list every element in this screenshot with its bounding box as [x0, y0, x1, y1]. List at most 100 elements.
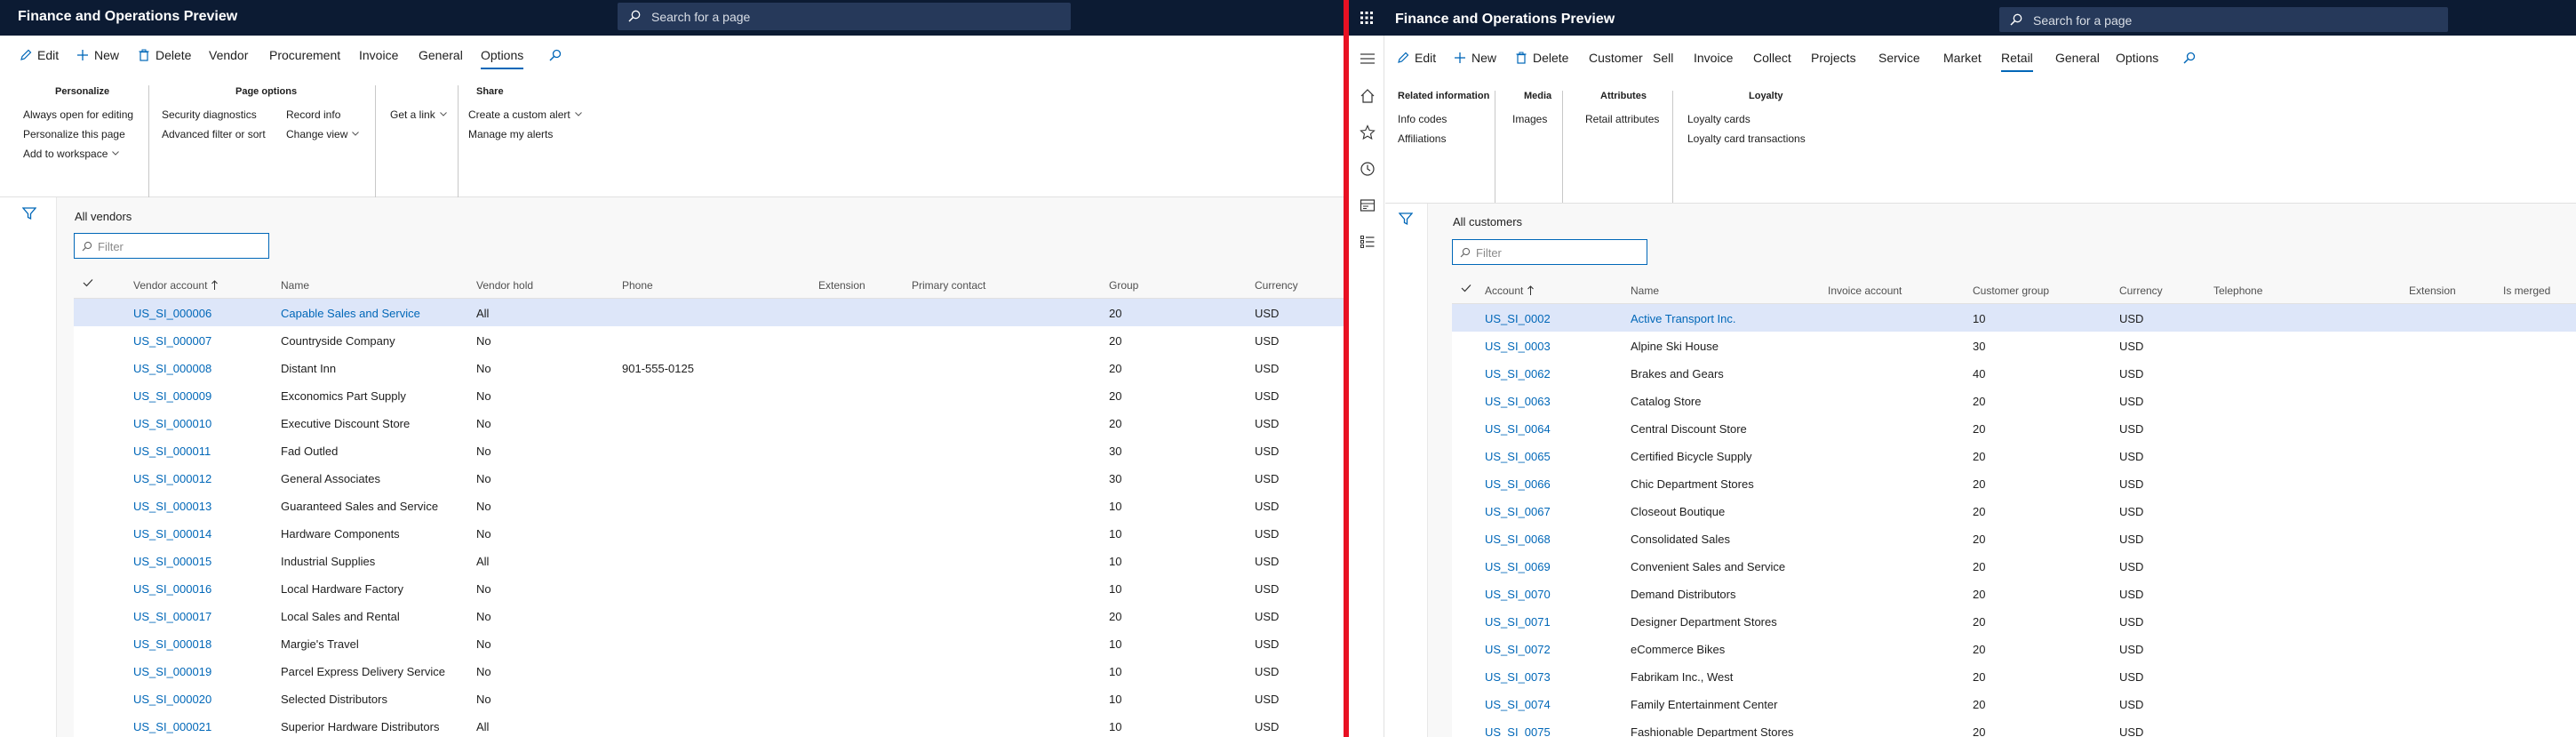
add-to-workspace[interactable]: Add to workspace — [23, 148, 120, 160]
vendor-account-link[interactable]: US_SI_000006 — [133, 307, 211, 320]
table-row[interactable]: US_SI_0073 Fabrikam Inc., West 20 USD — [1452, 662, 2576, 690]
always-open-for-editing[interactable]: Always open for editing — [23, 108, 133, 121]
vendor-account-link[interactable]: US_SI_000011 — [133, 445, 211, 458]
vendor-account-link[interactable]: US_SI_000017 — [133, 610, 211, 623]
customer-account-link[interactable]: US_SI_0002 — [1485, 312, 1551, 325]
vendor-account-link[interactable]: US_SI_000020 — [133, 693, 211, 706]
table-row[interactable]: US_SI_0070 Demand Distributors 20 USD — [1452, 580, 2576, 607]
customer-account-link[interactable]: US_SI_0062 — [1485, 367, 1551, 381]
tab-collect[interactable]: Collect — [1753, 51, 1791, 72]
favorites-star-icon[interactable] — [1360, 124, 1376, 140]
tab-projects[interactable]: Projects — [1811, 51, 1856, 72]
customer-account-link[interactable]: US_SI_0074 — [1485, 698, 1551, 711]
edit-button[interactable]: Edit — [1397, 51, 1436, 72]
create-a-custom-alert[interactable]: Create a custom alert — [468, 108, 582, 121]
table-row[interactable]: US_SI_0066 Chic Department Stores 20 USD — [1452, 469, 2576, 497]
table-row[interactable]: US_SI_0003 Alpine Ski House 30 USD — [1452, 332, 2576, 359]
column-header-name[interactable]: Name — [1631, 284, 1659, 297]
column-header-extension[interactable]: Extension — [818, 279, 865, 292]
vendor-account-link[interactable]: US_SI_000012 — [133, 472, 211, 485]
table-row[interactable]: US_SI_000008 Distant Inn No 901-555-0125 20 U… — [74, 354, 1344, 381]
filter-icon[interactable] — [22, 206, 36, 220]
page-search-box[interactable]: Search for a page — [618, 3, 1071, 30]
table-row[interactable]: US_SI_000016 Local Hardware Factory No 10 US… — [74, 574, 1344, 602]
loyalty-cards[interactable]: Loyalty cards — [1687, 113, 1751, 125]
customer-account-link[interactable]: US_SI_0071 — [1485, 615, 1551, 629]
home-icon[interactable] — [1360, 88, 1376, 104]
customer-account-link[interactable]: US_SI_0064 — [1485, 422, 1551, 436]
app-launcher[interactable] — [1349, 0, 1384, 36]
affiliations[interactable]: Affiliations — [1398, 132, 1446, 145]
table-row[interactable]: US_SI_000011 Fad Outled No 30 USD — [74, 437, 1344, 464]
table-row[interactable]: US_SI_0063 Catalog Store 20 USD — [1452, 387, 2576, 414]
tab-procurement[interactable]: Procurement — [269, 48, 340, 69]
new-button[interactable]: New — [1454, 51, 1496, 72]
manage-my-alerts[interactable]: Manage my alerts — [468, 128, 553, 140]
change-view[interactable]: Change view — [286, 128, 360, 140]
customer-account-link[interactable]: US_SI_0069 — [1485, 560, 1551, 573]
column-header-telephone[interactable]: Telephone — [2213, 284, 2262, 297]
tab-invoice[interactable]: Invoice — [1694, 51, 1733, 72]
customer-account-link[interactable]: US_SI_0063 — [1485, 395, 1551, 408]
vendor-account-link[interactable]: US_SI_000021 — [133, 720, 211, 733]
loyalty-card-transactions[interactable]: Loyalty card transactions — [1687, 132, 1806, 145]
tab-market[interactable]: Market — [1943, 51, 1982, 72]
table-row[interactable]: US_SI_000021 Superior Hardware Distributo… — [74, 712, 1344, 737]
customer-account-link[interactable]: US_SI_0003 — [1485, 340, 1551, 353]
column-header-extension[interactable]: Extension — [2409, 284, 2456, 297]
tab-retail[interactable]: Retail — [2001, 51, 2033, 72]
tab-service[interactable]: Service — [1878, 51, 1920, 72]
table-row[interactable]: US_SI_0075 Fashionable Department Stores 2… — [1452, 717, 2576, 737]
tab-general[interactable]: General — [2055, 51, 2100, 72]
column-header-customer-group[interactable]: Customer group — [1973, 284, 2049, 297]
filter-icon[interactable] — [1399, 212, 1413, 226]
get-a-link[interactable]: Get a link — [390, 108, 447, 121]
vendor-account-link[interactable]: US_SI_000007 — [133, 334, 211, 348]
table-row[interactable]: US_SI_000010 Executive Discount Store No 20… — [74, 409, 1344, 437]
column-header-currency[interactable]: Currency — [1255, 279, 1298, 292]
column-header-group[interactable]: Group — [1109, 279, 1138, 292]
vendor-account-link[interactable]: US_SI_000008 — [133, 362, 211, 375]
table-row[interactable]: US_SI_0065 Certified Bicycle Supply 20 USD — [1452, 442, 2576, 469]
table-row[interactable]: US_SI_000006 Capable Sales and Service All… — [74, 299, 1344, 326]
retail-attributes[interactable]: Retail attributes — [1585, 113, 1659, 125]
table-row[interactable]: US_SI_0067 Closeout Boutique 20 USD — [1452, 497, 2576, 525]
column-header-phone[interactable]: Phone — [622, 279, 653, 292]
customer-account-link[interactable]: US_SI_0072 — [1485, 643, 1551, 656]
tab-vendor[interactable]: Vendor — [209, 48, 248, 69]
table-row[interactable]: US_SI_000020 Selected Distributors No 10 USD — [74, 685, 1344, 712]
recent-clock-icon[interactable] — [1360, 161, 1376, 177]
tab-options[interactable]: Options — [2116, 51, 2158, 72]
table-row[interactable]: US_SI_0071 Designer Department Stores 20 US… — [1452, 607, 2576, 635]
tab-search[interactable] — [2183, 51, 2201, 72]
vendor-account-link[interactable]: US_SI_000019 — [133, 665, 211, 678]
vendor-account-link[interactable]: US_SI_000010 — [133, 417, 211, 430]
column-header-invoice-account[interactable]: Invoice account — [1828, 284, 1902, 297]
column-header-is-merged[interactable]: Is merged — [2503, 284, 2550, 297]
table-row[interactable]: US_SI_000012 General Associates No 30 USD — [74, 464, 1344, 492]
customer-account-link[interactable]: US_SI_0068 — [1485, 533, 1551, 546]
column-header-name[interactable]: Name — [281, 279, 309, 292]
customer-account-link[interactable]: US_SI_0070 — [1485, 588, 1551, 601]
vendor-account-link[interactable]: US_SI_000015 — [133, 555, 211, 568]
customer-account-link[interactable]: US_SI_0065 — [1485, 450, 1551, 463]
table-row[interactable]: US_SI_000018 Margie's Travel No 10 USD — [74, 629, 1344, 657]
tab-options[interactable]: Options — [481, 48, 524, 69]
column-header-vendor-account[interactable]: Vendor account — [133, 279, 219, 292]
table-row[interactable]: US_SI_000015 Industrial Supplies All 10 USD — [74, 547, 1344, 574]
table-row[interactable]: US_SI_000017 Local Sales and Rental No 20 US… — [74, 602, 1344, 629]
customer-account-link[interactable]: US_SI_0073 — [1485, 670, 1551, 684]
column-header-account[interactable]: Account — [1485, 284, 1535, 297]
table-row[interactable]: US_SI_0064 Central Discount Store 20 USD — [1452, 414, 2576, 442]
customer-account-link[interactable]: US_SI_0067 — [1485, 505, 1551, 518]
select-all-checkmark-icon[interactable] — [1461, 284, 1471, 292]
column-header-currency[interactable]: Currency — [2119, 284, 2163, 297]
table-row[interactable]: US_SI_0069 Convenient Sales and Service 20… — [1452, 552, 2576, 580]
tab-search[interactable] — [549, 48, 567, 69]
tab-general[interactable]: General — [419, 48, 463, 69]
tab-sell[interactable]: Sell — [1653, 51, 1673, 72]
table-row[interactable]: US_SI_000009 Exconomics Part Supply No 20 US… — [74, 381, 1344, 409]
workspaces-icon[interactable] — [1360, 197, 1376, 213]
modules-list-icon[interactable] — [1360, 234, 1376, 250]
vendor-account-link[interactable]: US_SI_000016 — [133, 582, 211, 596]
